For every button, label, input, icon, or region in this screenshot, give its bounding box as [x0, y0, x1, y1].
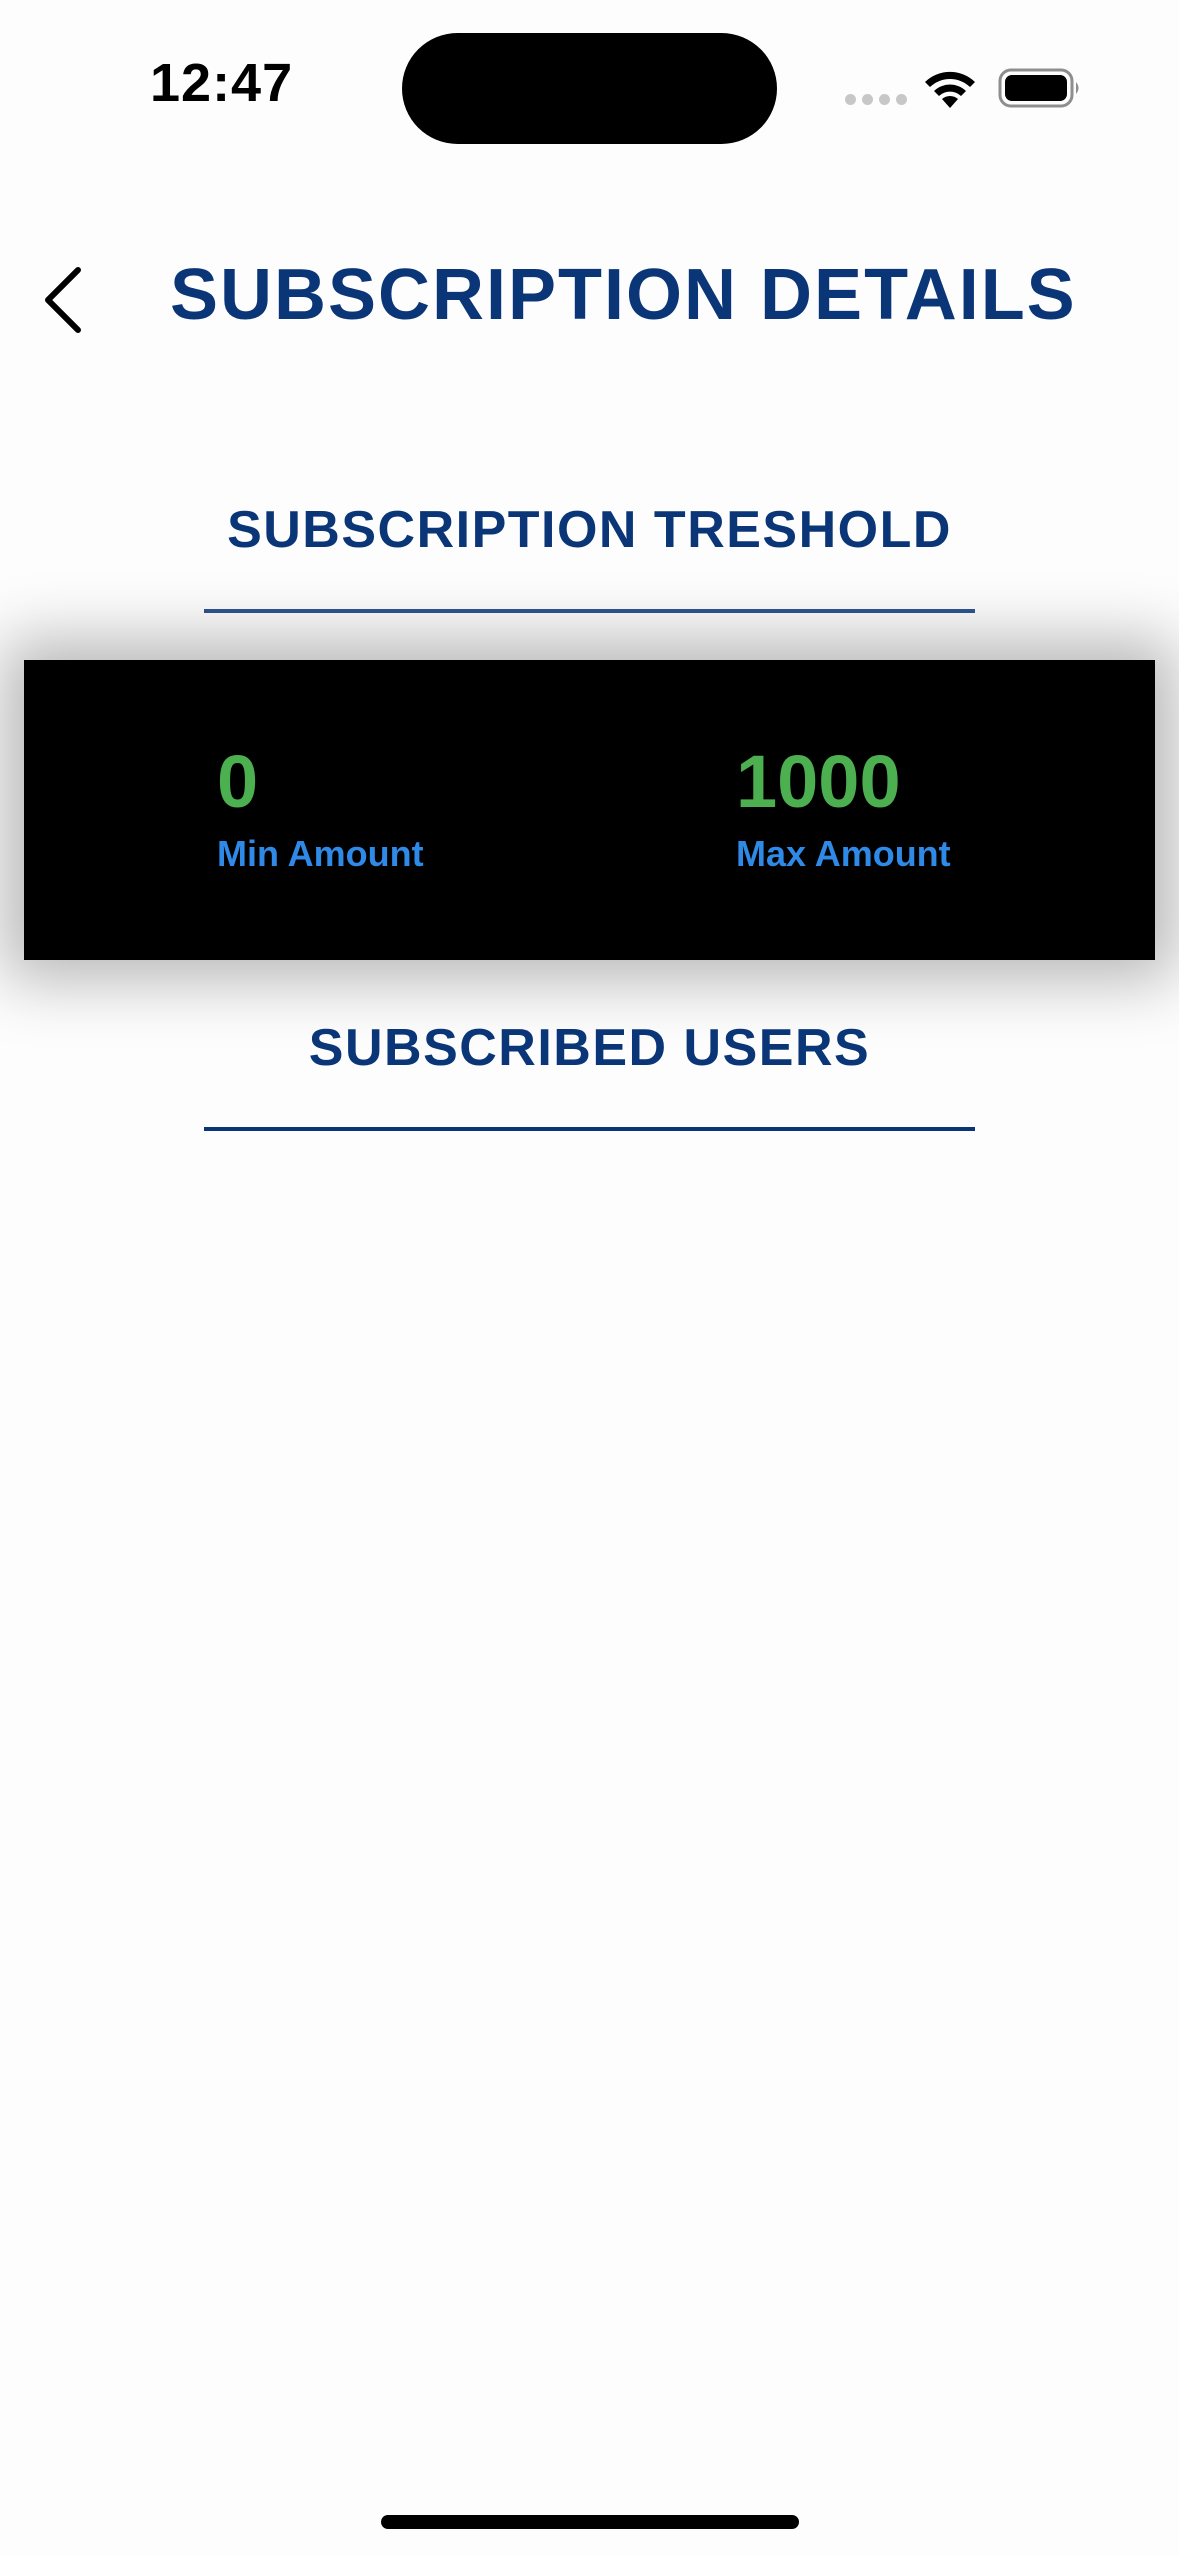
dynamic-island: [402, 33, 777, 144]
back-button[interactable]: [30, 260, 100, 340]
min-amount-value: 0: [217, 740, 259, 823]
threshold-section-divider: [204, 609, 975, 613]
chevron-left-icon: [45, 267, 81, 333]
status-bar: 12:47: [0, 0, 1179, 180]
cellular-signal-icon: [845, 94, 907, 106]
status-time: 12:47: [150, 53, 294, 113]
threshold-section-title: SUBSCRIPTION TRESHOLD: [227, 501, 952, 559]
wifi-icon: [922, 64, 978, 110]
page-title: SUBSCRIPTION DETAILS: [170, 255, 1077, 335]
min-amount-block: 0 Min Amount: [217, 745, 424, 875]
max-amount-block: 1000 Max Amount: [736, 745, 951, 875]
subscribed-users-list: [0, 1160, 1179, 2460]
header: SUBSCRIPTION DETAILS: [0, 230, 1179, 370]
max-amount-label: Max Amount: [736, 833, 951, 874]
subscribed-users-section-title: SUBSCRIBED USERS: [308, 1019, 871, 1077]
subscribed-users-section-divider: [204, 1127, 975, 1131]
home-indicator[interactable]: [381, 2515, 799, 2529]
min-amount-label: Min Amount: [217, 833, 424, 874]
threshold-card: 0 Min Amount 1000 Max Amount: [24, 660, 1155, 960]
battery-icon: [998, 68, 1082, 108]
max-amount-value: 1000: [736, 740, 901, 823]
